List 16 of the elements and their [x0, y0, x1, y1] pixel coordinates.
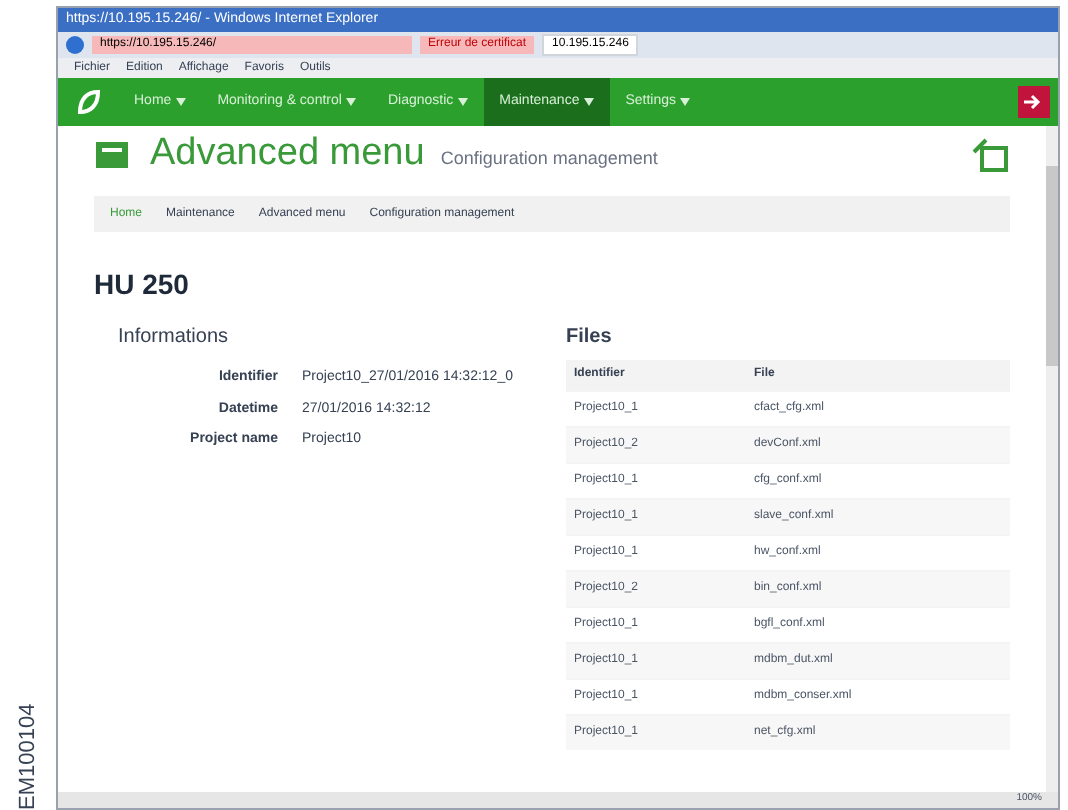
caret-icon: [175, 98, 186, 106]
side-label: EM100104: [13, 701, 42, 810]
device-title: HU 250: [94, 266, 191, 304]
scrollbar[interactable]: [1046, 126, 1058, 792]
caret-icon: [680, 98, 691, 106]
caret-icon: [345, 98, 356, 106]
caret-icon: [457, 98, 468, 106]
page-title: Advanced menu: [150, 134, 425, 172]
logout-icon: [1024, 94, 1044, 110]
section-title: Files: [566, 324, 614, 352]
logo-icon: [74, 88, 102, 116]
logout-button[interactable]: [1018, 86, 1050, 118]
section-title: Informations: [118, 324, 231, 352]
page-subtitle: Configuration management: [440, 145, 658, 172]
config-icon: [94, 136, 134, 172]
caret-icon: [583, 98, 594, 106]
